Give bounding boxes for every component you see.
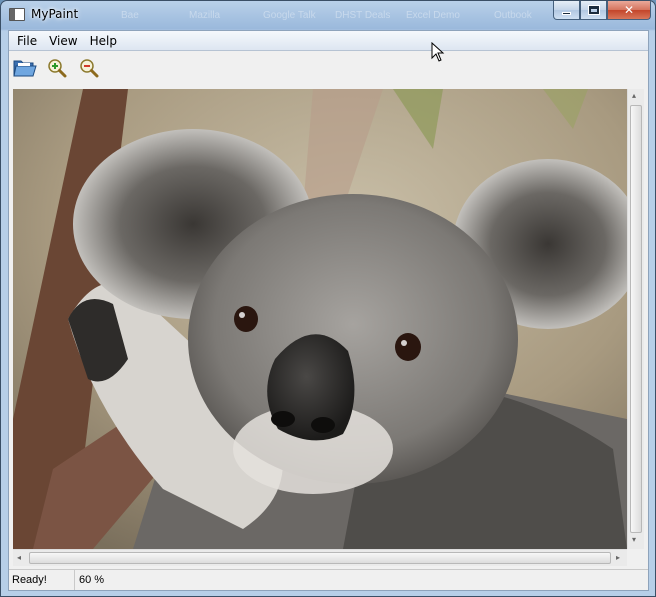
zoom-in-button[interactable] [45,56,69,80]
horizontal-scroll-thumb[interactable] [29,552,611,564]
app-window: MyPaint Bae Mazilla Google Talk DHST Dea… [0,0,656,597]
mouse-cursor-icon [431,42,445,62]
close-icon: ✕ [623,3,635,17]
zoom-in-icon [48,59,67,78]
scroll-left-icon[interactable]: ◂ [17,553,21,562]
zoom-level: 60 % [79,574,105,586]
close-button[interactable]: ✕ [607,1,651,20]
background-ghost-text: Excel Demo [406,10,460,21]
scroll-right-icon[interactable]: ▸ [616,553,620,562]
title-bar[interactable]: MyPaint Bae Mazilla Google Talk DHST Dea… [1,1,655,29]
vertical-scroll-thumb[interactable] [630,105,642,533]
window-title: MyPaint [31,7,79,21]
minimize-button[interactable] [553,1,580,20]
background-ghost-text: Mazilla [189,10,221,21]
open-button[interactable] [13,56,37,80]
background-ghost-text: DHST Deals [335,10,391,21]
scroll-up-icon[interactable]: ▴ [632,91,636,100]
minimize-icon [562,11,571,15]
image-canvas[interactable] [13,89,627,549]
app-icon[interactable] [9,8,25,21]
menu-view[interactable]: View [43,34,83,48]
background-ghost-text: Outbook [494,10,532,21]
menu-help[interactable]: Help [84,34,123,48]
caption-buttons: ✕ [553,1,651,21]
scroll-down-icon[interactable]: ▾ [632,535,636,544]
vertical-scrollbar[interactable]: ▴ ▾ [627,89,644,549]
background-ghost-text: Google Talk [263,10,316,21]
koala-image [13,89,627,549]
status-bar: Ready! 60 % [9,569,648,590]
background-ghost-text: Bae [121,10,139,21]
horizontal-scrollbar[interactable]: ◂ ▸ [13,549,627,566]
toolbar [9,52,648,84]
menu-bar: File View Help [9,31,648,51]
maximize-icon [588,6,599,14]
menu-file[interactable]: File [11,34,43,48]
status-message: Ready! [9,570,75,590]
client-area: File View Help ▴ ▾ ◂ ▸ Ready! 60 % [8,30,649,591]
open-folder-icon [13,60,37,77]
zoom-out-icon [80,59,99,78]
maximize-button[interactable] [580,1,607,20]
zoom-out-button[interactable] [77,56,101,80]
